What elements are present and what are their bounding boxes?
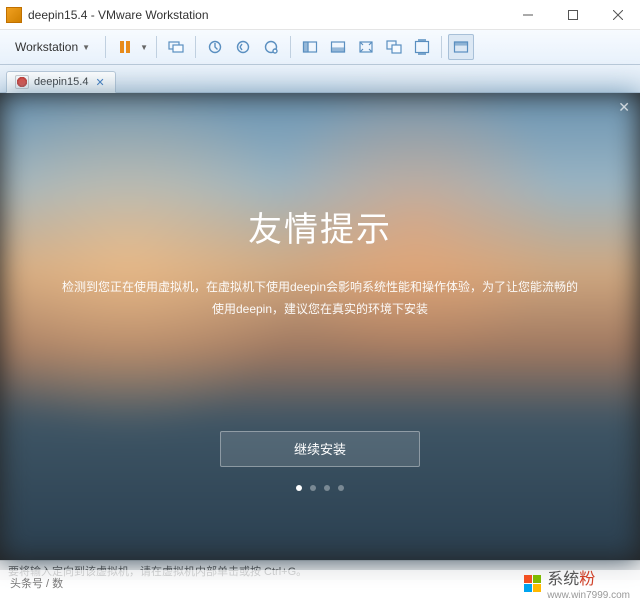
snapshot-take-button[interactable] bbox=[202, 34, 228, 60]
toolbar: Workstation ▼ ▼ bbox=[0, 30, 640, 65]
workstation-menu[interactable]: Workstation ▼ bbox=[6, 37, 99, 57]
dialog-heading: 友情提示 bbox=[248, 202, 392, 251]
snapshot-revert-button[interactable] bbox=[230, 34, 256, 60]
page-dot-2[interactable] bbox=[310, 485, 316, 491]
watermark-left: 头条号 / 数 bbox=[10, 575, 63, 591]
window-titlebar: deepin15.4 - VMware Workstation bbox=[0, 0, 640, 30]
quick-switch-button[interactable] bbox=[448, 34, 474, 60]
show-console-button[interactable] bbox=[325, 34, 351, 60]
close-button[interactable] bbox=[595, 0, 640, 30]
installer-dialog: 友情提示 检测到您正在使用虚拟机，在虚拟机下使用deepin会影响系统性能和操作… bbox=[0, 93, 640, 560]
continue-install-button[interactable]: 继续安装 bbox=[220, 431, 420, 467]
microsoft-logo-icon bbox=[524, 575, 541, 592]
page-dot-1[interactable] bbox=[296, 485, 302, 491]
pause-vm-button[interactable] bbox=[112, 34, 138, 60]
minimize-button[interactable] bbox=[505, 0, 550, 30]
fullscreen-button[interactable] bbox=[409, 34, 435, 60]
app-icon bbox=[6, 7, 22, 23]
vm-tab[interactable]: deepin15.4 ✕ bbox=[6, 71, 116, 93]
stretch-guest-button[interactable] bbox=[353, 34, 379, 60]
watermark-overlay: 头条号 / 数 系统粉 www.win7999.com bbox=[0, 570, 640, 596]
separator bbox=[195, 36, 196, 58]
dialog-description: 检测到您正在使用虚拟机，在虚拟机下使用deepin会影响系统性能和操作体验，为了… bbox=[60, 277, 580, 320]
vm-tab-label: deepin15.4 bbox=[34, 76, 88, 88]
separator bbox=[441, 36, 442, 58]
chevron-down-icon: ▼ bbox=[82, 43, 90, 52]
unity-button[interactable] bbox=[381, 34, 407, 60]
separator bbox=[156, 36, 157, 58]
page-dot-4[interactable] bbox=[338, 485, 344, 491]
show-sidebar-button[interactable] bbox=[297, 34, 323, 60]
separator bbox=[105, 36, 106, 58]
vm-viewport[interactable]: ✕ 友情提示 检测到您正在使用虚拟机，在虚拟机下使用deepin会影响系统性能和… bbox=[0, 93, 640, 560]
separator bbox=[290, 36, 291, 58]
maximize-button[interactable] bbox=[550, 0, 595, 30]
page-indicator bbox=[296, 485, 344, 491]
workstation-menu-label: Workstation bbox=[15, 40, 78, 54]
continue-install-label: 继续安装 bbox=[294, 439, 346, 458]
window-title: deepin15.4 - VMware Workstation bbox=[28, 8, 505, 22]
snapshot-manager-button[interactable] bbox=[258, 34, 284, 60]
send-ctrl-alt-del-button[interactable] bbox=[163, 34, 189, 60]
tab-close-button[interactable]: ✕ bbox=[93, 76, 106, 89]
pause-menu-chevron[interactable]: ▼ bbox=[138, 43, 150, 52]
tab-strip: deepin15.4 ✕ bbox=[0, 65, 640, 93]
deepin-icon bbox=[15, 75, 29, 89]
installer-close-icon[interactable]: ✕ bbox=[618, 99, 630, 116]
page-dot-3[interactable] bbox=[324, 485, 330, 491]
